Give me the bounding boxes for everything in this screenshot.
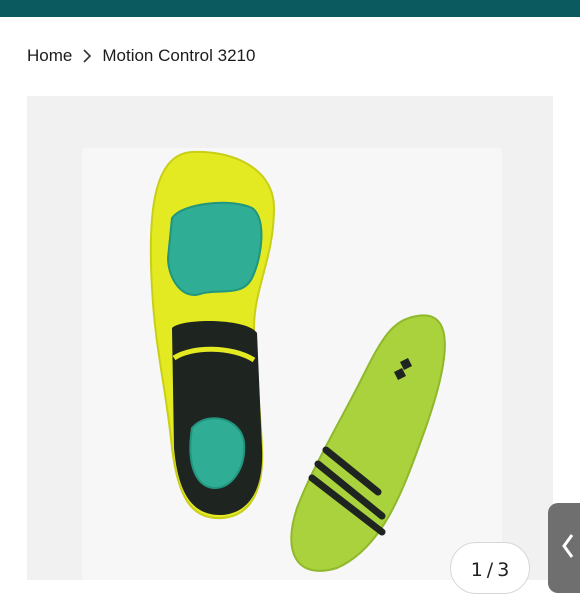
image-counter-current: 1 (470, 559, 483, 581)
product-photo[interactable] (82, 148, 502, 580)
breadcrumb-current-page: Motion Control 3210 (102, 46, 256, 65)
chevron-left-icon (561, 533, 575, 564)
image-counter-total: 3 (497, 559, 510, 581)
image-counter: 1 / 3 (450, 542, 530, 594)
left-insole (149, 150, 276, 520)
right-insole (290, 314, 446, 572)
breadcrumb-home-link[interactable]: Home (27, 46, 72, 66)
image-counter-separator: / (486, 559, 494, 581)
breadcrumb: Home Motion Control 3210 (27, 44, 255, 68)
chevron-right-icon (80, 49, 94, 63)
product-image-gallery[interactable] (27, 96, 553, 580)
top-header-bar (0, 0, 580, 17)
